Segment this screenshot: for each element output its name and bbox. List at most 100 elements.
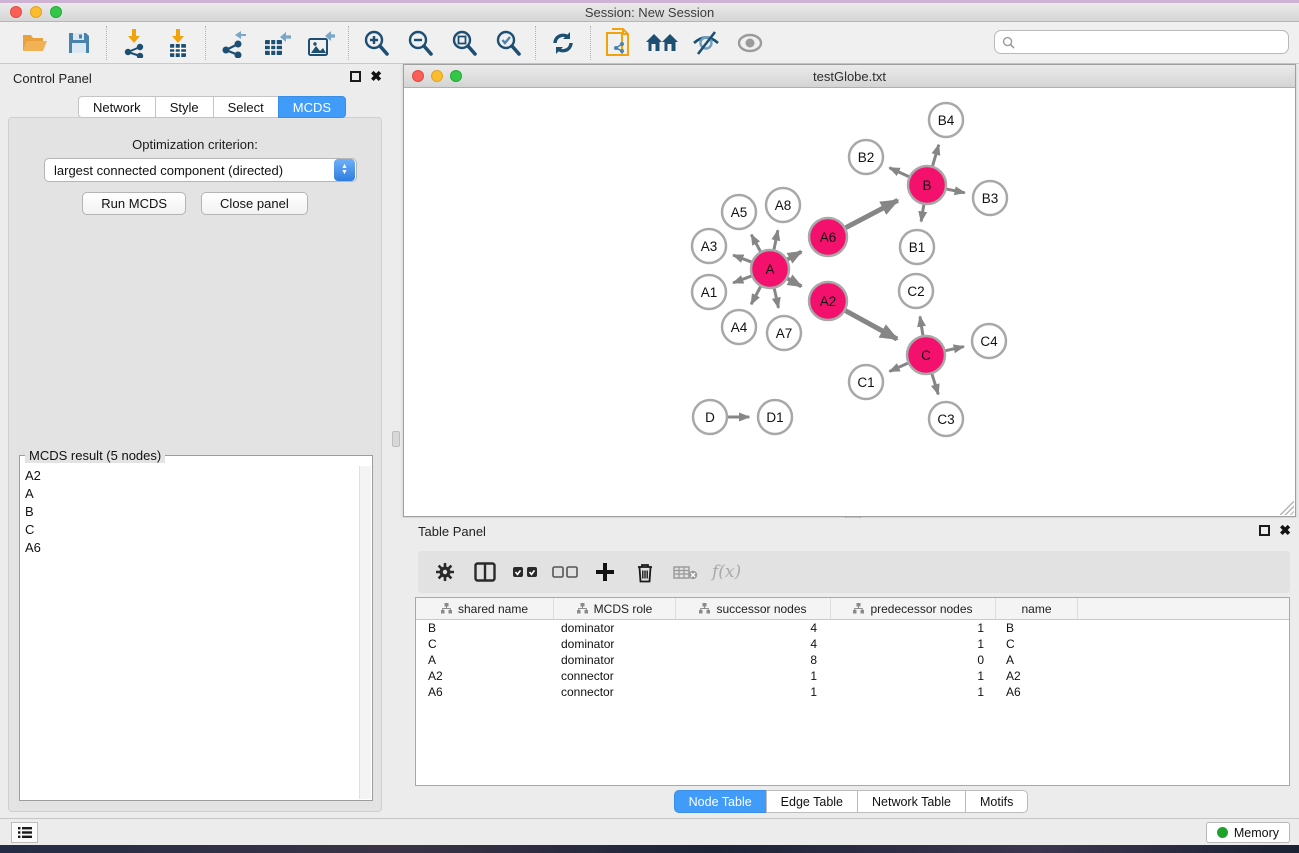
add-column-icon[interactable] [592,559,618,585]
graph-node[interactable]: B1 [900,230,934,264]
table-row[interactable]: Cdominator41C [416,636,1289,652]
column-header[interactable]: name [996,598,1078,619]
export-network-icon[interactable] [214,26,252,60]
tab-node-table[interactable]: Node Table [674,790,766,813]
export-table-icon[interactable] [258,26,296,60]
tab-select[interactable]: Select [213,96,278,118]
search-input[interactable] [1020,35,1288,49]
delete-icon[interactable] [632,559,658,585]
zoom-fit-icon[interactable] [445,26,483,60]
deselect-all-icon[interactable] [552,559,578,585]
graph-edge[interactable] [946,347,964,351]
table-row[interactable]: A6connector11A6 [416,684,1289,700]
close-panel-icon[interactable]: ✖ [370,71,382,82]
zoom-out-icon[interactable] [401,26,439,60]
graph-node[interactable]: C3 [929,402,963,436]
graph-edge[interactable] [889,168,908,177]
graph-edge[interactable] [788,279,802,287]
column-header[interactable]: predecessor nodes [831,598,996,619]
graph-edge[interactable] [774,289,778,308]
list-item[interactable]: A6 [21,538,359,556]
import-table-icon[interactable] [159,26,197,60]
save-session-icon[interactable] [60,26,98,60]
hide-graphics-details-icon[interactable] [687,26,725,60]
graph-node[interactable]: D1 [758,400,792,434]
float-panel-icon[interactable] [350,71,361,82]
graph-edge[interactable] [751,235,760,252]
graph-node[interactable]: C2 [899,274,933,308]
graph-node[interactable]: A2 [809,282,847,320]
graph-edge[interactable] [890,363,908,371]
memory-button[interactable]: Memory [1206,822,1290,843]
import-network-icon[interactable] [115,26,153,60]
graph-edge[interactable] [788,252,802,260]
open-file-icon[interactable] [16,26,54,60]
graph-node[interactable]: C [907,336,945,374]
export-image-icon[interactable] [302,26,340,60]
column-header[interactable]: shared name [416,598,554,619]
tab-motifs[interactable]: Motifs [965,790,1028,813]
table-row[interactable]: A2connector11A2 [416,668,1289,684]
run-mcds-button[interactable]: Run MCDS [82,192,186,215]
graph-edge[interactable] [846,311,898,339]
graph-node[interactable]: D [693,400,727,434]
graph-edge[interactable] [932,374,938,394]
home-icon[interactable] [643,26,681,60]
graph-edge[interactable] [933,145,939,166]
zoom-in-icon[interactable] [357,26,395,60]
refresh-layout-icon[interactable] [544,26,582,60]
settings-gear-icon[interactable] [432,559,458,585]
toolbar-search[interactable] [994,30,1289,54]
tab-style[interactable]: Style [155,96,213,118]
show-graphics-details-icon[interactable] [731,26,769,60]
graph-node[interactable]: A7 [767,316,801,350]
list-item[interactable]: C [21,520,359,538]
graph-node[interactable]: B [908,166,946,204]
column-header[interactable]: successor nodes [676,598,831,619]
tab-network[interactable]: Network [78,96,155,118]
graph-node[interactable]: A3 [692,229,726,263]
close-panel-button[interactable]: Close panel [201,192,308,215]
float-panel-icon[interactable] [1259,525,1270,536]
graph-edge[interactable] [751,287,760,305]
delete-table-icon[interactable] [672,559,698,585]
column-view-icon[interactable] [472,559,498,585]
clone-network-icon[interactable] [599,26,637,60]
graph-node[interactable]: A [751,250,789,288]
graph-edge[interactable] [774,230,778,249]
table-row[interactable]: Bdominator41B [416,620,1289,636]
network-canvas[interactable]: B4 B2 B B3 A8 A5 A6 A3 B1 A A1 C2 A2 A4 A7 C4 C C1 C3 D D1 [404,88,1295,516]
list-item[interactable]: A [21,484,359,502]
select-all-icon[interactable] [512,559,538,585]
list-item[interactable]: B [21,502,359,520]
window-resize-grip[interactable] [1280,501,1294,515]
graph-node[interactable]: A8 [766,188,800,222]
graph-node[interactable]: B3 [973,181,1007,215]
graph-edge[interactable] [733,276,751,283]
tab-mcds[interactable]: MCDS [278,96,346,118]
column-header[interactable]: MCDS role [554,598,676,619]
graph-node[interactable]: A5 [722,195,756,229]
result-scrollbar[interactable] [359,466,371,799]
zoom-selected-icon[interactable] [489,26,527,60]
tab-network-table[interactable]: Network Table [857,790,965,813]
graph-edge[interactable] [921,205,924,222]
graph-node[interactable]: B2 [849,140,883,174]
criterion-dropdown[interactable]: largest connected component (directed) ▲… [44,158,357,182]
graph-node[interactable]: B4 [929,103,963,137]
graph-edge[interactable] [947,189,965,193]
graph-edge[interactable] [920,316,923,335]
graph-edge[interactable] [733,255,751,262]
function-builder-icon[interactable]: f(x) [712,562,741,582]
graph-edge[interactable] [846,200,898,227]
graph-node[interactable]: A6 [809,218,847,256]
table-row[interactable]: Adominator80A [416,652,1289,668]
graph-node[interactable]: A1 [692,275,726,309]
close-panel-icon[interactable]: ✖ [1279,525,1291,536]
task-history-button[interactable] [11,822,38,843]
graph-node[interactable]: C4 [972,324,1006,358]
graph-node[interactable]: C1 [849,365,883,399]
tab-edge-table[interactable]: Edge Table [766,790,857,813]
graph-node[interactable]: A4 [722,310,756,344]
panel-divider-handle[interactable] [392,431,400,447]
